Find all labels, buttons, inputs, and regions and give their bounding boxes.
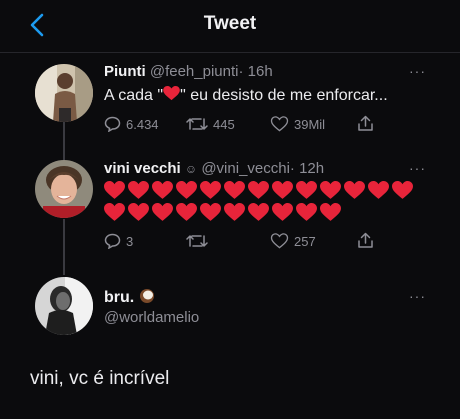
like-button[interactable]: 257 xyxy=(270,233,316,249)
red-heart-icon xyxy=(152,203,173,221)
coconut-icon xyxy=(139,289,154,303)
thread-line xyxy=(63,122,65,162)
more-options-icon[interactable]: ··· xyxy=(409,63,426,79)
tweet-time: · 16h xyxy=(238,63,273,80)
like-count: 257 xyxy=(294,233,316,249)
author-name[interactable]: Piunti xyxy=(104,63,146,80)
share-icon xyxy=(358,115,373,131)
more-options-icon[interactable]: ··· xyxy=(409,288,426,304)
reply-button[interactable]: 3 xyxy=(104,233,133,249)
red-heart-icon xyxy=(200,181,221,199)
heart-emoji-row xyxy=(104,181,413,200)
red-heart-icon xyxy=(368,181,389,199)
like-count: 39Mil xyxy=(294,116,326,132)
page-title: Tweet xyxy=(203,13,257,34)
red-heart-icon xyxy=(392,181,413,199)
author-handle[interactable]: @feeh_piunti xyxy=(150,63,239,80)
red-heart-icon xyxy=(272,203,293,221)
share-button[interactable] xyxy=(357,115,374,132)
author-name[interactable]: vini vecchi xyxy=(104,160,181,177)
red-heart-icon xyxy=(344,181,365,199)
main-tweet-text: vini, vc é incrível xyxy=(30,368,170,389)
red-heart-icon xyxy=(224,181,245,199)
top-bar: Tweet xyxy=(0,0,460,53)
share-button[interactable] xyxy=(357,232,374,249)
avatar[interactable] xyxy=(35,64,93,122)
red-heart-icon xyxy=(128,203,149,221)
avatar[interactable] xyxy=(35,160,93,218)
red-heart-icon xyxy=(163,86,180,101)
red-heart-icon xyxy=(104,181,125,199)
reply-author-handle-line: @worldamelio xyxy=(104,309,199,326)
red-heart-icon xyxy=(320,203,341,221)
retweet-button[interactable] xyxy=(186,233,213,249)
thread-line xyxy=(63,219,65,275)
reply-icon xyxy=(104,116,121,132)
retweet-count: 445 xyxy=(213,116,235,132)
tweet-author-line: vini vecchi ☺ @vini_vecchi· 12h xyxy=(104,160,324,177)
red-heart-icon xyxy=(296,203,317,221)
red-heart-icon xyxy=(248,181,269,199)
tweet-time: · 12h xyxy=(289,160,325,177)
red-heart-icon xyxy=(296,181,317,199)
red-heart-icon xyxy=(176,181,197,199)
retweet-icon xyxy=(186,235,208,247)
author-handle[interactable]: @vini_vecchi xyxy=(201,160,290,177)
emoji-icon: ☺ xyxy=(184,162,198,176)
red-heart-icon xyxy=(200,203,221,221)
like-icon xyxy=(270,233,289,249)
red-heart-icon xyxy=(128,181,149,199)
share-icon xyxy=(358,232,373,248)
reply-count: 6.434 xyxy=(126,116,159,132)
author-handle[interactable]: @worldamelio xyxy=(104,309,199,326)
like-icon xyxy=(270,116,289,132)
retweet-button[interactable]: 445 xyxy=(186,116,235,132)
more-options-icon[interactable]: ··· xyxy=(409,160,426,176)
tweet-author-line: Piunti @feeh_piunti· 16h xyxy=(104,63,273,80)
heart-emoji-row xyxy=(104,203,341,222)
red-heart-icon xyxy=(176,203,197,221)
reply-count: 3 xyxy=(126,233,134,249)
red-heart-icon xyxy=(272,181,293,199)
avatar[interactable] xyxy=(35,277,93,335)
author-name[interactable]: bru. xyxy=(104,289,134,306)
reply-author-name-line: bru. xyxy=(104,288,155,307)
tweet-text: A cada " " eu desisto de me enforcar... xyxy=(104,86,388,104)
red-heart-icon xyxy=(104,203,125,221)
like-button[interactable]: 39Mil xyxy=(270,116,325,132)
reply-button[interactable]: 6.434 xyxy=(104,116,159,132)
red-heart-icon xyxy=(320,181,341,199)
reply-icon xyxy=(104,233,121,249)
red-heart-icon xyxy=(224,203,245,221)
red-heart-icon xyxy=(152,181,173,199)
red-heart-icon xyxy=(248,203,269,221)
retweet-icon xyxy=(186,118,208,130)
